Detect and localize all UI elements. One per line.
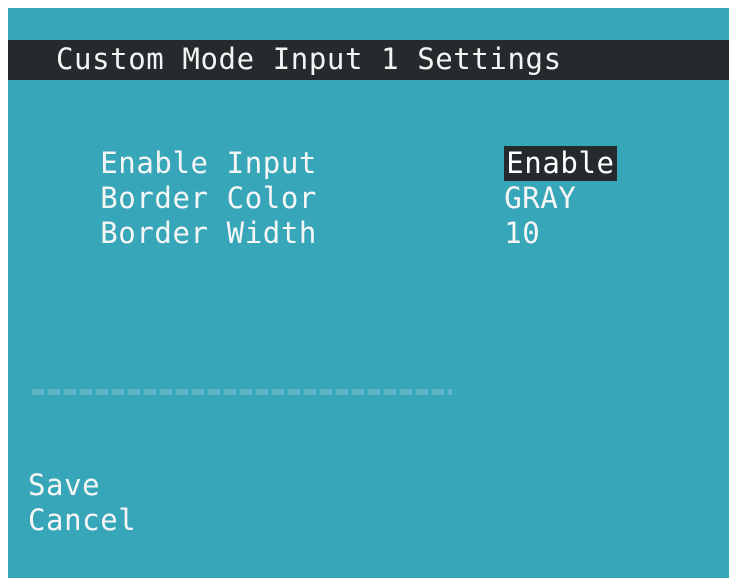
setting-label: Border Width [100,216,317,250]
faint-artifact [32,389,452,395]
page-title: Custom Mode Input 1 Settings [56,42,562,76]
title-bar: Custom Mode Input 1 Settings [8,40,729,80]
save-option[interactable]: Save [28,468,100,503]
setting-value[interactable]: 10 [504,216,540,251]
osd-screen: Custom Mode Input 1 Settings Enable Inpu… [8,8,729,578]
cancel-option[interactable]: Cancel [28,503,136,538]
setting-row-border-width[interactable]: Border Width 10 [28,181,540,286]
